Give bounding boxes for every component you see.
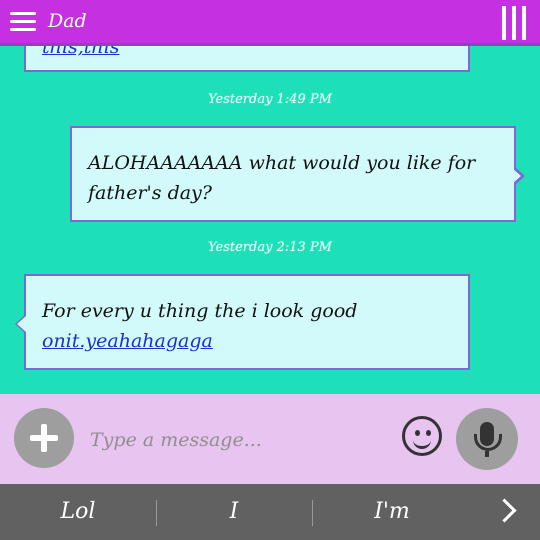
message-timestamp: Yesterday 2:13 PM: [208, 240, 332, 255]
suggestion-item[interactable]: Lol: [18, 494, 138, 530]
message-text: For every u thing the i look good: [42, 300, 358, 322]
suggestion-item[interactable]: I: [174, 494, 294, 530]
message-link[interactable]: this,this: [42, 46, 119, 58]
message-input[interactable]: [88, 422, 382, 458]
message-link[interactable]: onit.yeahahagaga: [42, 330, 213, 352]
suggestion-item[interactable]: I'm: [332, 494, 452, 530]
message-list[interactable]: this,this Yesterday 1:49 PM ALOHAAAAAAA …: [0, 46, 540, 394]
bubble-tail: [512, 166, 525, 186]
message-bubble-incoming: this,this: [24, 46, 470, 72]
voice-input-button[interactable]: [456, 408, 518, 470]
message-text: ALOHAAAAAAA what would you like for fath…: [88, 152, 476, 204]
message-bubble-incoming: For every u thing the i look good onit.y…: [15, 274, 470, 370]
conversation-title: Dad: [48, 10, 87, 32]
overflow-icon[interactable]: [502, 6, 526, 40]
message-timestamp: Yesterday 1:49 PM: [208, 92, 332, 107]
menu-icon[interactable]: [10, 12, 36, 32]
message-bubble-outgoing: ALOHAAAAAAA what would you like for fath…: [70, 126, 525, 222]
app-header: Dad: [0, 0, 540, 46]
divider: [312, 500, 313, 526]
add-attachment-button[interactable]: [14, 408, 74, 468]
emoji-icon[interactable]: [402, 416, 442, 456]
message-composer: [0, 394, 540, 484]
suggestion-bar: Lol I I'm: [0, 484, 540, 540]
chevron-right-icon[interactable]: [492, 498, 517, 523]
bubble-tail: [15, 314, 26, 334]
divider: [156, 500, 157, 526]
